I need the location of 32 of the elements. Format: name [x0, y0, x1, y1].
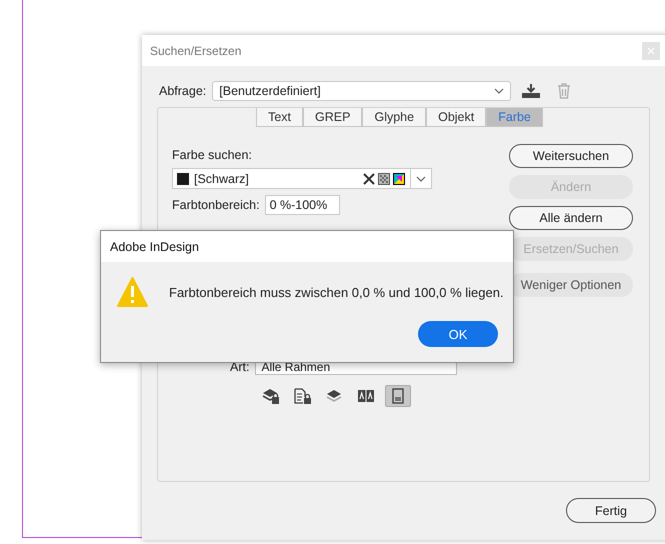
layers-lock-icon — [261, 387, 279, 405]
option-toggle[interactable] — [385, 385, 411, 407]
checker-icon — [378, 172, 390, 184]
chevron-icon — [494, 88, 504, 94]
tint-field[interactable]: 0 %-100% — [264, 195, 340, 215]
document-lock-icon — [293, 387, 311, 405]
tab[interactable]: Glyphe — [362, 108, 426, 127]
swatch-icon — [177, 172, 189, 184]
tab[interactable]: GREP — [303, 108, 362, 127]
close-icon — [647, 46, 655, 54]
tab[interactable]: Objekt — [426, 108, 486, 127]
alert-title: Adobe InDesign — [110, 240, 199, 254]
save-icon[interactable] — [521, 83, 542, 99]
no-stroke-icon — [363, 172, 375, 184]
warning-icon — [117, 277, 148, 307]
alert-message: Farbtonbereich muss zwischen 0,0 % und 100,0 % liegen. — [169, 284, 504, 300]
query-dropdown[interactable]: [Benutzerdefiniert] — [212, 81, 512, 101]
cmyk-icon — [393, 172, 405, 184]
ok-button[interactable]: OK — [418, 321, 498, 347]
query-label: Abfrage: — [159, 84, 206, 98]
window-title: Suchen/Ersetzen — [150, 44, 242, 58]
done-button[interactable]: Fertig — [566, 498, 656, 523]
book-icon — [357, 387, 375, 405]
color-dropdown[interactable]: [Schwarz] — [172, 168, 432, 189]
action-button[interactable]: Alle ändern — [509, 206, 633, 230]
layers-icon — [325, 387, 343, 405]
tint-label: Farbtonbereich: — [172, 198, 260, 212]
action-button[interactable]: Weitersuchen — [509, 144, 633, 168]
tab[interactable]: Text — [256, 108, 304, 127]
type-label: Art: — [230, 360, 250, 374]
find-color-label: Farbe suchen: — [172, 148, 253, 162]
chevron-icon — [416, 176, 426, 182]
